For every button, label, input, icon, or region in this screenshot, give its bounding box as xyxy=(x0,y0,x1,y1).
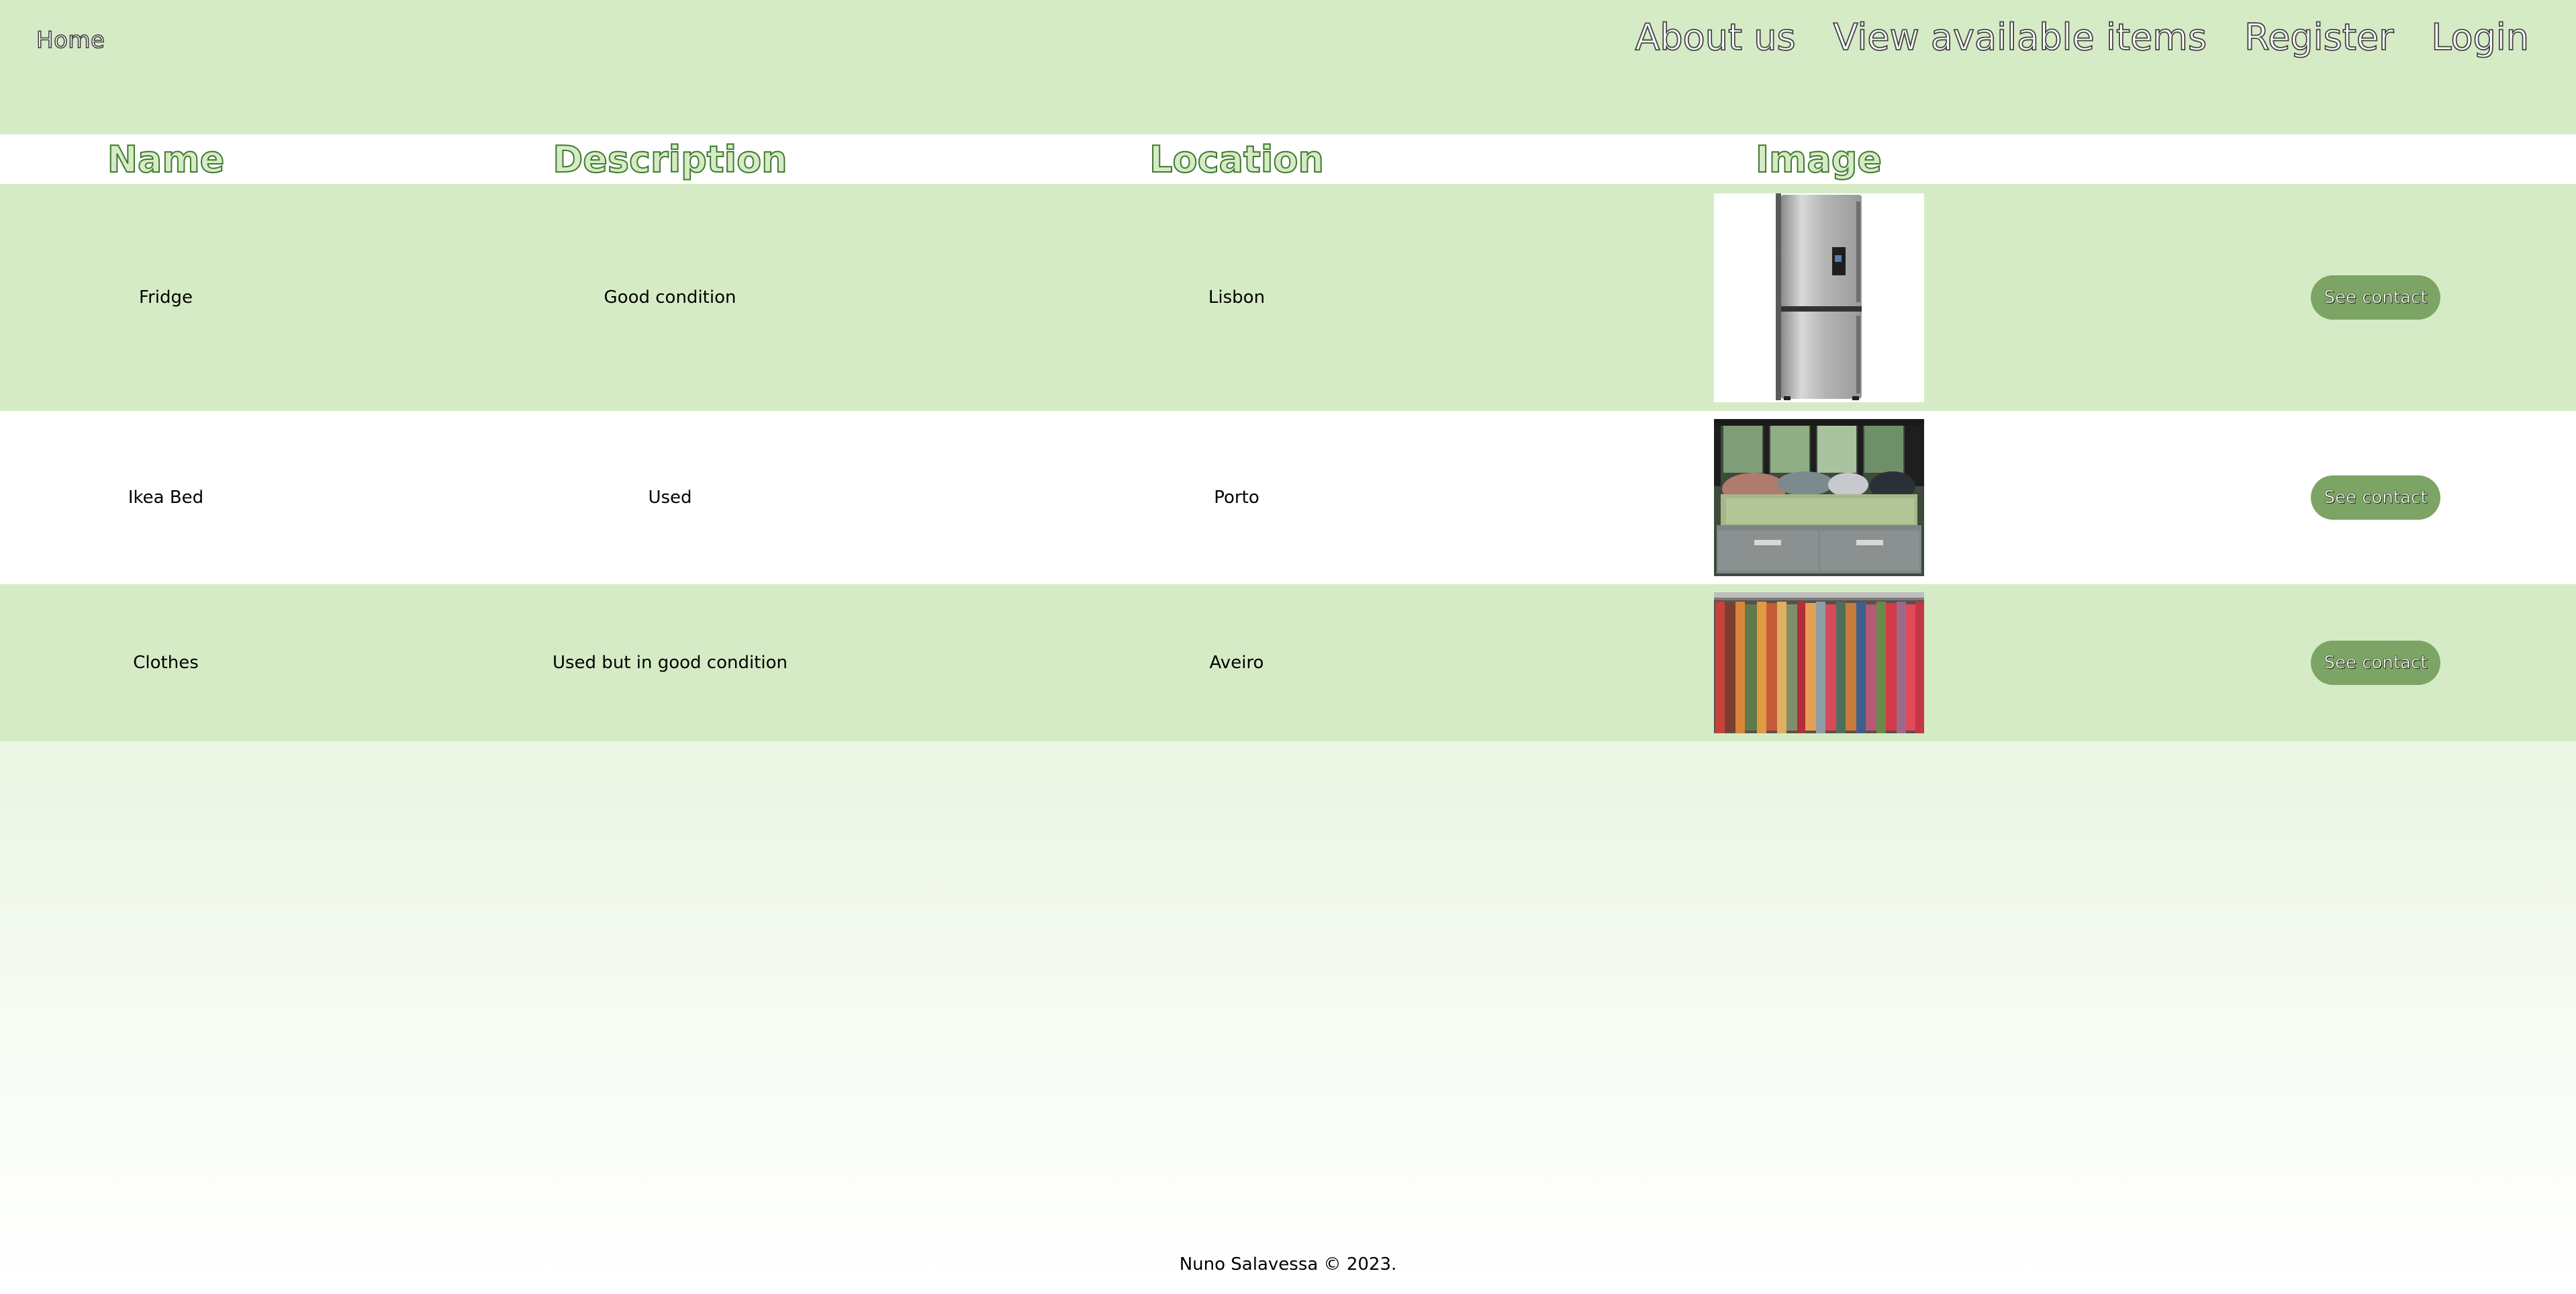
home-link[interactable]: Home xyxy=(36,26,105,54)
item-name: Fridge xyxy=(139,287,193,308)
clothes-rack-photo xyxy=(1714,592,1924,733)
bed-illustration xyxy=(1714,419,1924,576)
nav-view-available-items[interactable]: View available items xyxy=(1833,15,2207,59)
column-header-image: Image xyxy=(1755,138,1882,181)
column-header-name: Name xyxy=(107,138,226,181)
item-location: Aveiro xyxy=(1209,653,1264,673)
clothes-rack-illustration xyxy=(1714,592,1924,733)
item-location: Porto xyxy=(1214,488,1259,508)
nav-login[interactable]: Login xyxy=(2430,15,2529,59)
see-contact-button[interactable]: See contact xyxy=(2311,475,2440,520)
column-header-location: Location xyxy=(1149,138,1325,181)
main-nav: About us View available items Register L… xyxy=(1635,15,2530,59)
nav-about-us[interactable]: About us xyxy=(1635,15,1797,59)
nav-register[interactable]: Register xyxy=(2244,15,2394,59)
item-description: Good condition xyxy=(604,287,736,308)
column-header-description: Description xyxy=(552,138,788,181)
table-header-row: Name Description Location Image xyxy=(0,134,2576,184)
items-table: Name Description Location Image Fridge G… xyxy=(0,134,2576,741)
top-header: Home About us View available items Regis… xyxy=(0,0,2576,134)
item-description: Used but in good condition xyxy=(552,653,788,673)
see-contact-button[interactable]: See contact xyxy=(2311,641,2440,685)
footer-copyright: Nuno Salavessa © 2023. xyxy=(1179,1254,1397,1275)
item-description: Used xyxy=(648,488,692,508)
item-location: Lisbon xyxy=(1208,287,1266,308)
item-name: Ikea Bed xyxy=(128,488,204,508)
table-row: Clothes Used but in good condition Aveir… xyxy=(0,584,2576,741)
bed-photo xyxy=(1714,419,1924,576)
fridge-illustration xyxy=(1776,193,1862,400)
table-row: Ikea Bed Used Porto See contact xyxy=(0,411,2576,584)
see-contact-button[interactable]: See contact xyxy=(2311,275,2440,320)
table-row: Fridge Good condition Lisbon See contact xyxy=(0,184,2576,411)
fridge-photo xyxy=(1714,193,1924,402)
item-name: Clothes xyxy=(133,653,199,673)
